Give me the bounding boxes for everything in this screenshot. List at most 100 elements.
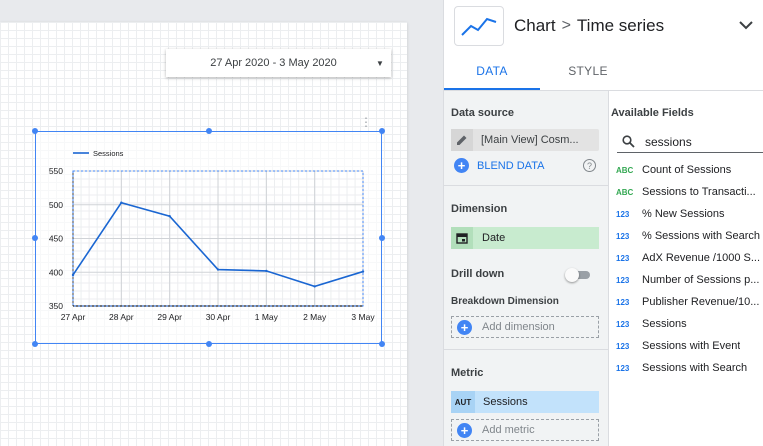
help-icon[interactable]: ?	[583, 159, 596, 172]
x-tick-label: 30 Apr	[206, 312, 231, 322]
plus-icon: +	[454, 158, 469, 173]
field-item[interactable]: 123 Number of Sessions p...	[609, 269, 763, 291]
text-type-icon: ABC	[616, 165, 634, 175]
panel-header: Chart > Time series	[444, 0, 763, 52]
data-point	[216, 268, 220, 271]
section-divider	[444, 185, 609, 186]
number-type-icon: 123	[616, 253, 630, 263]
x-tick-label: 29 Apr	[157, 312, 182, 322]
y-tick-label: 550	[49, 166, 63, 176]
metric-value: Sessions	[483, 396, 528, 408]
field-item[interactable]: 123 Sessions	[609, 313, 763, 335]
breadcrumb: Chart > Time series	[514, 16, 664, 36]
text-type-icon: ABC	[616, 187, 634, 197]
breadcrumb-leaf: Time series	[576, 16, 665, 35]
x-tick-label: 2 May	[303, 312, 327, 322]
dropdown-caret-icon: ▼	[376, 58, 384, 68]
field-name: AdX Revenue /1000 S...	[642, 252, 761, 264]
field-item[interactable]: 123 Sessions with Search	[609, 357, 763, 379]
add-dimension-button[interactable]: + Add dimension	[451, 316, 599, 338]
field-item[interactable]: ABC Count of Sessions	[609, 159, 763, 181]
panel-tabs: DATA STYLE	[444, 52, 763, 91]
breakdown-dimension-title: Breakdown Dimension	[451, 296, 559, 307]
drill-down-toggle[interactable]	[565, 268, 590, 282]
field-name: Number of Sessions p...	[642, 274, 760, 286]
line-chart-icon	[461, 17, 497, 36]
drill-down-label: Drill down	[451, 268, 505, 280]
section-divider	[444, 349, 609, 350]
calendar-icon	[451, 227, 473, 249]
add-metric-button[interactable]: + Add metric	[451, 419, 599, 441]
data-point	[120, 201, 123, 204]
chart-type-thumbnail[interactable]	[454, 6, 504, 46]
blend-data-link[interactable]: + BLEND DATA	[454, 158, 544, 173]
tab-data[interactable]: DATA	[444, 52, 540, 90]
add-dimension-label: Add dimension	[482, 321, 555, 333]
data-point	[313, 285, 316, 288]
available-fields-column: Available Fields ABCCount of SessionsABC…	[609, 91, 763, 446]
y-tick-label: 450	[49, 234, 63, 244]
field-name: Sessions with Search	[642, 362, 748, 374]
breadcrumb-separator: >	[561, 17, 571, 34]
date-range-control[interactable]: 27 Apr 2020 - 3 May 2020 ▼	[166, 49, 391, 77]
data-source-name: [Main View] Cosm...	[481, 134, 579, 146]
date-range-label: 27 Apr 2020 - 3 May 2020	[210, 57, 337, 69]
tab-style[interactable]: STYLE	[540, 52, 636, 90]
chevron-down-icon[interactable]	[737, 16, 755, 34]
field-name: % New Sessions	[642, 208, 725, 220]
search-icon	[617, 135, 639, 148]
field-name: Publisher Revenue/10...	[642, 296, 760, 308]
chart-more-icon[interactable]: ⋮	[360, 115, 372, 129]
field-name: Sessions to Transacti...	[642, 186, 756, 198]
report-canvas: 27 Apr 2020 - 3 May 2020 ▼ ⋮ 550 500 450 40…	[0, 0, 443, 446]
field-name: Sessions	[642, 318, 687, 330]
data-point	[265, 269, 268, 273]
data-point	[168, 215, 171, 218]
field-name: Count of Sessions	[642, 164, 732, 176]
number-type-icon: 123	[616, 209, 630, 219]
field-item[interactable]: 123 % Sessions with Search	[609, 225, 763, 247]
field-item[interactable]: 123 % New Sessions	[609, 203, 763, 225]
data-source-chip[interactable]: [Main View] Cosm...	[451, 129, 599, 151]
breadcrumb-root: Chart	[514, 16, 556, 35]
plus-icon: +	[457, 319, 472, 335]
field-name: Sessions with Event	[642, 340, 741, 352]
field-item[interactable]: 123 Publisher Revenue/10...	[609, 291, 763, 313]
number-type-icon: 123	[616, 231, 630, 241]
data-config-column: Data source [Main View] Cosm... + BLEND …	[444, 91, 609, 446]
time-series-chart[interactable]: 550 500 450 400 35027 Apr 28 Apr 29 Apr 30 Apr 1…	[35, 131, 382, 344]
add-metric-label: Add metric	[482, 424, 535, 436]
y-tick-label: 400	[49, 267, 63, 277]
x-tick-label: 27 Apr	[61, 312, 86, 322]
field-name: % Sessions with Search	[642, 230, 760, 242]
legend-label: Sessions	[93, 149, 124, 158]
x-tick-label: 28 Apr	[109, 312, 134, 322]
field-search	[617, 131, 763, 153]
data-source-title: Data source	[451, 107, 514, 119]
dimension-title: Dimension	[451, 203, 508, 215]
number-type-icon: 123	[616, 341, 630, 351]
dimension-chip[interactable]: Date	[451, 227, 599, 249]
properties-panel: Chart > Time series DATA STYLE Data sour…	[443, 0, 763, 446]
field-item[interactable]: ABC Sessions to Transacti...	[609, 181, 763, 203]
plus-icon: +	[457, 422, 472, 438]
field-item[interactable]: 123 AdX Revenue /1000 S...	[609, 247, 763, 269]
field-item[interactable]: 123 Sessions with Event	[609, 335, 763, 357]
number-type-icon: 123	[616, 297, 630, 307]
field-search-input[interactable]	[639, 134, 759, 149]
pencil-icon[interactable]	[451, 129, 473, 151]
aggregation-badge[interactable]: AUT	[451, 391, 475, 413]
number-type-icon: 123	[616, 319, 630, 329]
number-type-icon: 123	[616, 363, 630, 373]
metric-title: Metric	[451, 367, 484, 379]
available-fields-title: Available Fields	[611, 107, 694, 119]
y-tick-label: 350	[49, 301, 63, 311]
x-tick-label: 3 May	[351, 312, 375, 322]
number-type-icon: 123	[616, 275, 630, 285]
data-point	[71, 273, 75, 277]
available-fields-list: ABC Count of Sessions ABC Sessions to Trans…	[609, 159, 763, 379]
metric-chip[interactable]: AUT Sessions	[451, 391, 599, 413]
x-tick-label: 1 May	[255, 312, 279, 322]
data-point	[361, 270, 365, 273]
dimension-value: Date	[482, 232, 506, 244]
